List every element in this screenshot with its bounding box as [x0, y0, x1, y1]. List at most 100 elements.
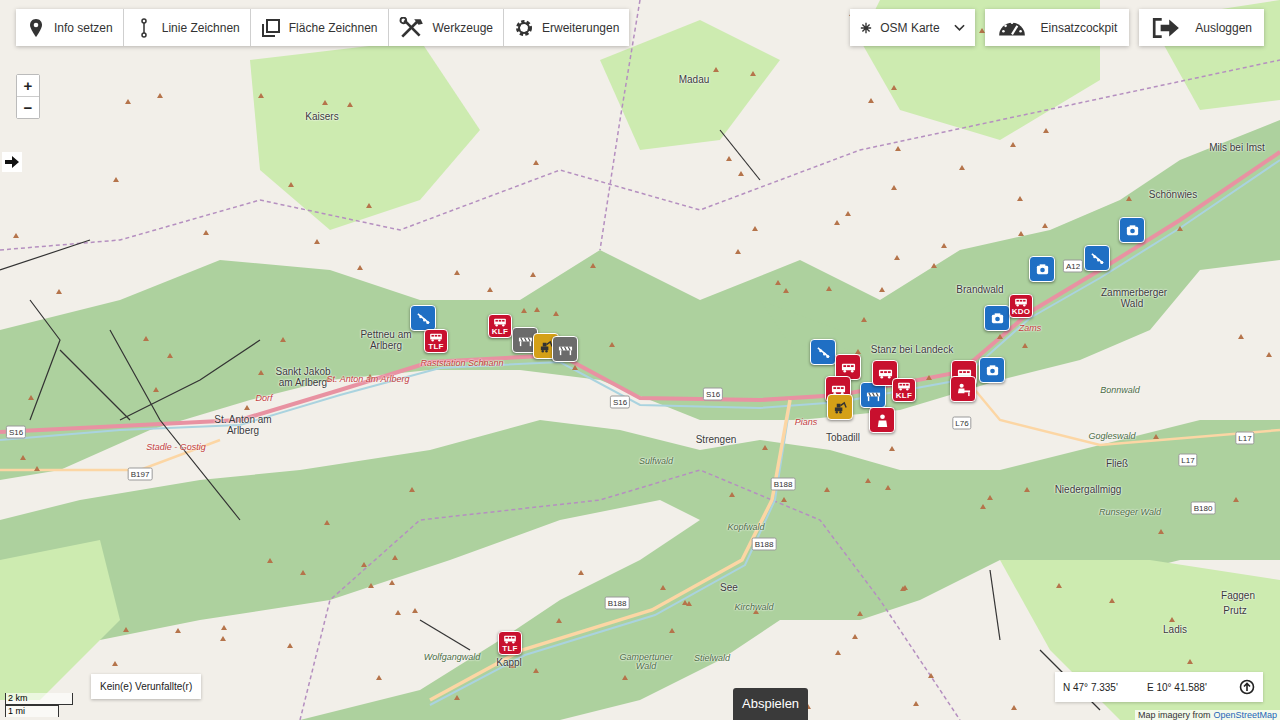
toolbar: Info setzen Linie Zeichnen Fläche Zeichnen… — [16, 9, 1264, 46]
place-label: Stanz bei Landeck — [871, 345, 953, 356]
vehicle-icon — [878, 366, 893, 381]
place-label: Strengen — [696, 435, 737, 446]
place-label: St. Anton am Arlberg — [327, 375, 410, 384]
map-pin[interactable]: TLF — [424, 329, 448, 353]
place-label: Kaisers — [305, 112, 338, 123]
map-pin[interactable] — [552, 336, 578, 362]
sidebar-toggle[interactable] — [2, 152, 22, 172]
place-label: Brandwald — [956, 285, 1003, 296]
layer-select-label: OSM Karte — [880, 21, 939, 35]
place-label: See — [720, 583, 738, 594]
place-label: Gogleswald — [1088, 432, 1135, 441]
camera-icon — [990, 311, 1005, 326]
road-shield: L76 — [952, 417, 971, 430]
map-canvas[interactable] — [0, 0, 1280, 720]
camera-icon — [985, 363, 1000, 378]
person-icon — [875, 413, 890, 428]
camera-icon — [1035, 262, 1050, 277]
map-pin[interactable] — [410, 305, 436, 331]
place-label: Fließ — [1106, 459, 1128, 470]
casualty-status: Kein(e) Verunfallte(r) — [91, 674, 201, 699]
right-group: OSM Karte Einsatzcockpit Ausloggen — [850, 9, 1264, 46]
map-pin[interactable] — [810, 339, 836, 365]
latitude: N 47° 7.335' — [1063, 682, 1147, 693]
scale-bar: 2 km1 mi — [5, 693, 73, 717]
logout-icon — [1151, 17, 1181, 39]
map-pin[interactable]: KDO — [1009, 294, 1033, 318]
zoom-button[interactable]: + — [17, 75, 39, 96]
pin-label: KDO — [1012, 307, 1031, 316]
place-label: Stadle - Gostig — [146, 443, 206, 452]
arrow-up-circle-icon[interactable] — [1239, 679, 1255, 695]
excavator-icon — [833, 400, 848, 415]
zoom-button[interactable]: − — [17, 96, 39, 118]
vehicle-icon — [493, 317, 507, 327]
toolbar-button[interactable]: Werkzeuge — [389, 9, 504, 46]
place-label: Mils bei Imst — [1209, 143, 1265, 154]
map-pin[interactable] — [950, 376, 976, 402]
toolbar-action-label: Einsatzcockpit — [1041, 21, 1118, 35]
place-label: Kopfwald — [727, 523, 764, 532]
toolbar-action-label: Ausloggen — [1195, 21, 1252, 35]
place-label: Ladis — [1163, 625, 1187, 636]
toolbar-action[interactable]: Einsatzcockpit — [985, 9, 1130, 46]
place-label: Wolfgangwald — [424, 653, 481, 662]
attribution-link[interactable]: OpenStreetMap — [1213, 710, 1277, 720]
place-label: Sankt Jakob am Arlberg — [272, 367, 334, 388]
map-pin[interactable] — [869, 407, 895, 433]
pin-label: TLF — [502, 644, 518, 653]
map-pin[interactable] — [1084, 245, 1110, 271]
road-shield: B180 — [1191, 502, 1216, 515]
place-label: Bonnwald — [1100, 386, 1140, 395]
map-app: MadauKaisersMils bei ImstSchönwiesBrandw… — [0, 0, 1280, 720]
place-label: St. Anton am Arlberg — [212, 415, 274, 436]
place-label: Pettneu am Arlberg — [355, 330, 417, 351]
toolbar-button[interactable]: Linie Zeichnen — [124, 9, 251, 46]
place-label: Faggen — [1221, 591, 1255, 602]
pin-label: TLF — [428, 342, 444, 351]
road-shield: A12 — [1063, 260, 1083, 273]
toolbar-button-label: Linie Zeichnen — [162, 21, 240, 35]
map-pin[interactable] — [1119, 217, 1145, 243]
map-pin[interactable]: KLF — [892, 378, 916, 402]
toolbar-button-label: Info setzen — [54, 21, 113, 35]
tools-icon — [399, 17, 425, 39]
toolbar-button[interactable]: Erweiterungen — [504, 9, 629, 46]
vehicle-icon — [1014, 297, 1028, 307]
layer-select[interactable]: OSM Karte — [850, 9, 974, 46]
coordinates-box: N 47° 7.335'E 10° 41.588' — [1055, 672, 1263, 702]
map-pin[interactable] — [979, 357, 1005, 383]
vehicle-icon — [503, 634, 517, 644]
place-label: Zammerberger Wald — [1101, 288, 1163, 309]
place-label: Schönwies — [1149, 190, 1197, 201]
toolbar-action[interactable]: Ausloggen — [1139, 9, 1264, 46]
place-label: Stielwald — [694, 654, 730, 663]
toolbar-button[interactable]: Fläche Zeichnen — [251, 9, 389, 46]
place-label: Sulfwald — [639, 457, 673, 466]
command-icon — [956, 382, 971, 397]
layer-icon — [860, 22, 872, 34]
place-label: Niedergallmigg — [1055, 485, 1122, 496]
map-pin[interactable]: TLF — [498, 631, 522, 655]
map-pin[interactable] — [1029, 256, 1055, 282]
place-label: Tobadill — [826, 433, 860, 444]
vehicle-icon — [429, 332, 443, 342]
barrier-icon — [518, 333, 533, 348]
location-pin-icon — [26, 18, 46, 38]
place-label: Runseger Wald — [1099, 508, 1161, 517]
gauge-icon — [997, 17, 1027, 39]
place-label: Kirchwald — [734, 603, 773, 612]
road-shield: S16 — [703, 388, 723, 401]
road-shield: B188 — [752, 538, 777, 551]
road-shield: B188 — [605, 597, 630, 610]
map-pin[interactable]: KLF — [488, 314, 512, 338]
longitude: E 10° 41.588' — [1147, 682, 1239, 693]
place-label: Zams — [1019, 324, 1042, 333]
map-pin[interactable] — [984, 305, 1010, 331]
toolbar-button[interactable]: Info setzen — [16, 9, 124, 46]
map-pin[interactable] — [827, 394, 853, 420]
area-icon — [261, 18, 281, 38]
play-button[interactable]: Abspielen — [733, 688, 808, 720]
toolbar-button-label: Fläche Zeichnen — [289, 21, 378, 35]
place-label: Pians — [795, 418, 818, 427]
